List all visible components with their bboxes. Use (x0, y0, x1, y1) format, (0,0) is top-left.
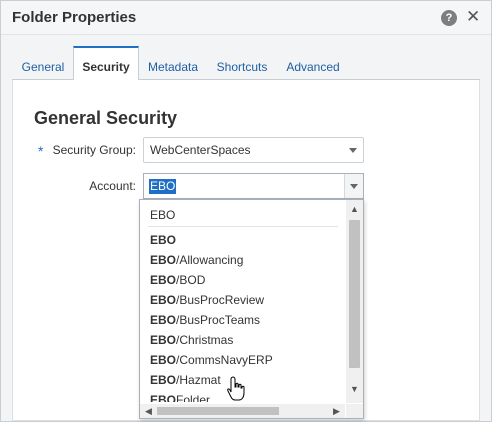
list-item[interactable]: EBO/BOD (150, 271, 205, 289)
list-item[interactable]: EBOFolder (150, 391, 210, 402)
account-dropdown-list: EBO EBO EBO/Allowancing EBO/BOD EBO/BusP… (139, 199, 364, 419)
scroll-left-icon[interactable]: ◀ (140, 406, 157, 417)
scroll-right-icon[interactable]: ▶ (328, 406, 345, 417)
dialog-titlebar: Folder Properties ? ✕ (1, 1, 491, 35)
list-item[interactable]: EBO/CommsNavyERP (150, 351, 273, 369)
dropdown-divider (148, 226, 338, 227)
account-combobox[interactable]: EBO (143, 173, 364, 199)
security-group-value: WebCenterSpaces (150, 143, 251, 157)
scroll-up-icon[interactable]: ▲ (346, 204, 363, 214)
vertical-scroll-thumb[interactable] (349, 220, 360, 368)
scrollbar-corner (346, 404, 363, 418)
folder-properties-dialog: Folder Properties ? ✕ General Security M… (0, 0, 492, 422)
chevron-down-icon (350, 184, 358, 189)
scroll-down-icon[interactable]: ▼ (346, 384, 363, 394)
horizontal-scroll-thumb[interactable] (157, 407, 279, 415)
list-item[interactable]: EBO/BusProcReview (150, 291, 264, 309)
security-group-label: Security Group: (52, 143, 136, 157)
required-indicator: * (38, 143, 44, 159)
tab-metadata[interactable]: Metadata (140, 47, 206, 80)
horizontal-scrollbar[interactable]: ◀ ▶ (140, 404, 345, 418)
tab-security[interactable]: Security (73, 46, 139, 81)
close-icon[interactable]: ✕ (466, 8, 480, 26)
account-input[interactable]: EBO (149, 179, 177, 194)
list-item[interactable]: EBO (150, 231, 176, 249)
list-item[interactable]: EBO/BusProcTeams (150, 311, 260, 329)
tab-advanced[interactable]: Advanced (280, 47, 346, 80)
list-item[interactable]: EBO/Christmas (150, 331, 233, 349)
security-group-select[interactable]: WebCenterSpaces (143, 137, 364, 163)
tab-general[interactable]: General (12, 47, 74, 80)
help-icon[interactable]: ? (441, 10, 457, 26)
dialog-title: Folder Properties (12, 9, 137, 26)
list-item[interactable]: EBO/Allowancing (150, 251, 243, 269)
vertical-scrollbar[interactable]: ▲ ▼ (346, 200, 363, 403)
dropdown-filter-text: EBO (150, 208, 176, 222)
account-dropdown-button[interactable] (344, 174, 363, 198)
account-label: Account: (89, 179, 136, 193)
tab-shortcuts[interactable]: Shortcuts (208, 47, 276, 80)
tab-bar: General Security Metadata Shortcuts Adva… (12, 46, 480, 81)
chevron-down-icon (349, 148, 357, 153)
section-title: General Security (34, 108, 178, 128)
list-item[interactable]: EBO/Hazmat (150, 371, 221, 389)
hand-cursor-icon (227, 376, 245, 401)
